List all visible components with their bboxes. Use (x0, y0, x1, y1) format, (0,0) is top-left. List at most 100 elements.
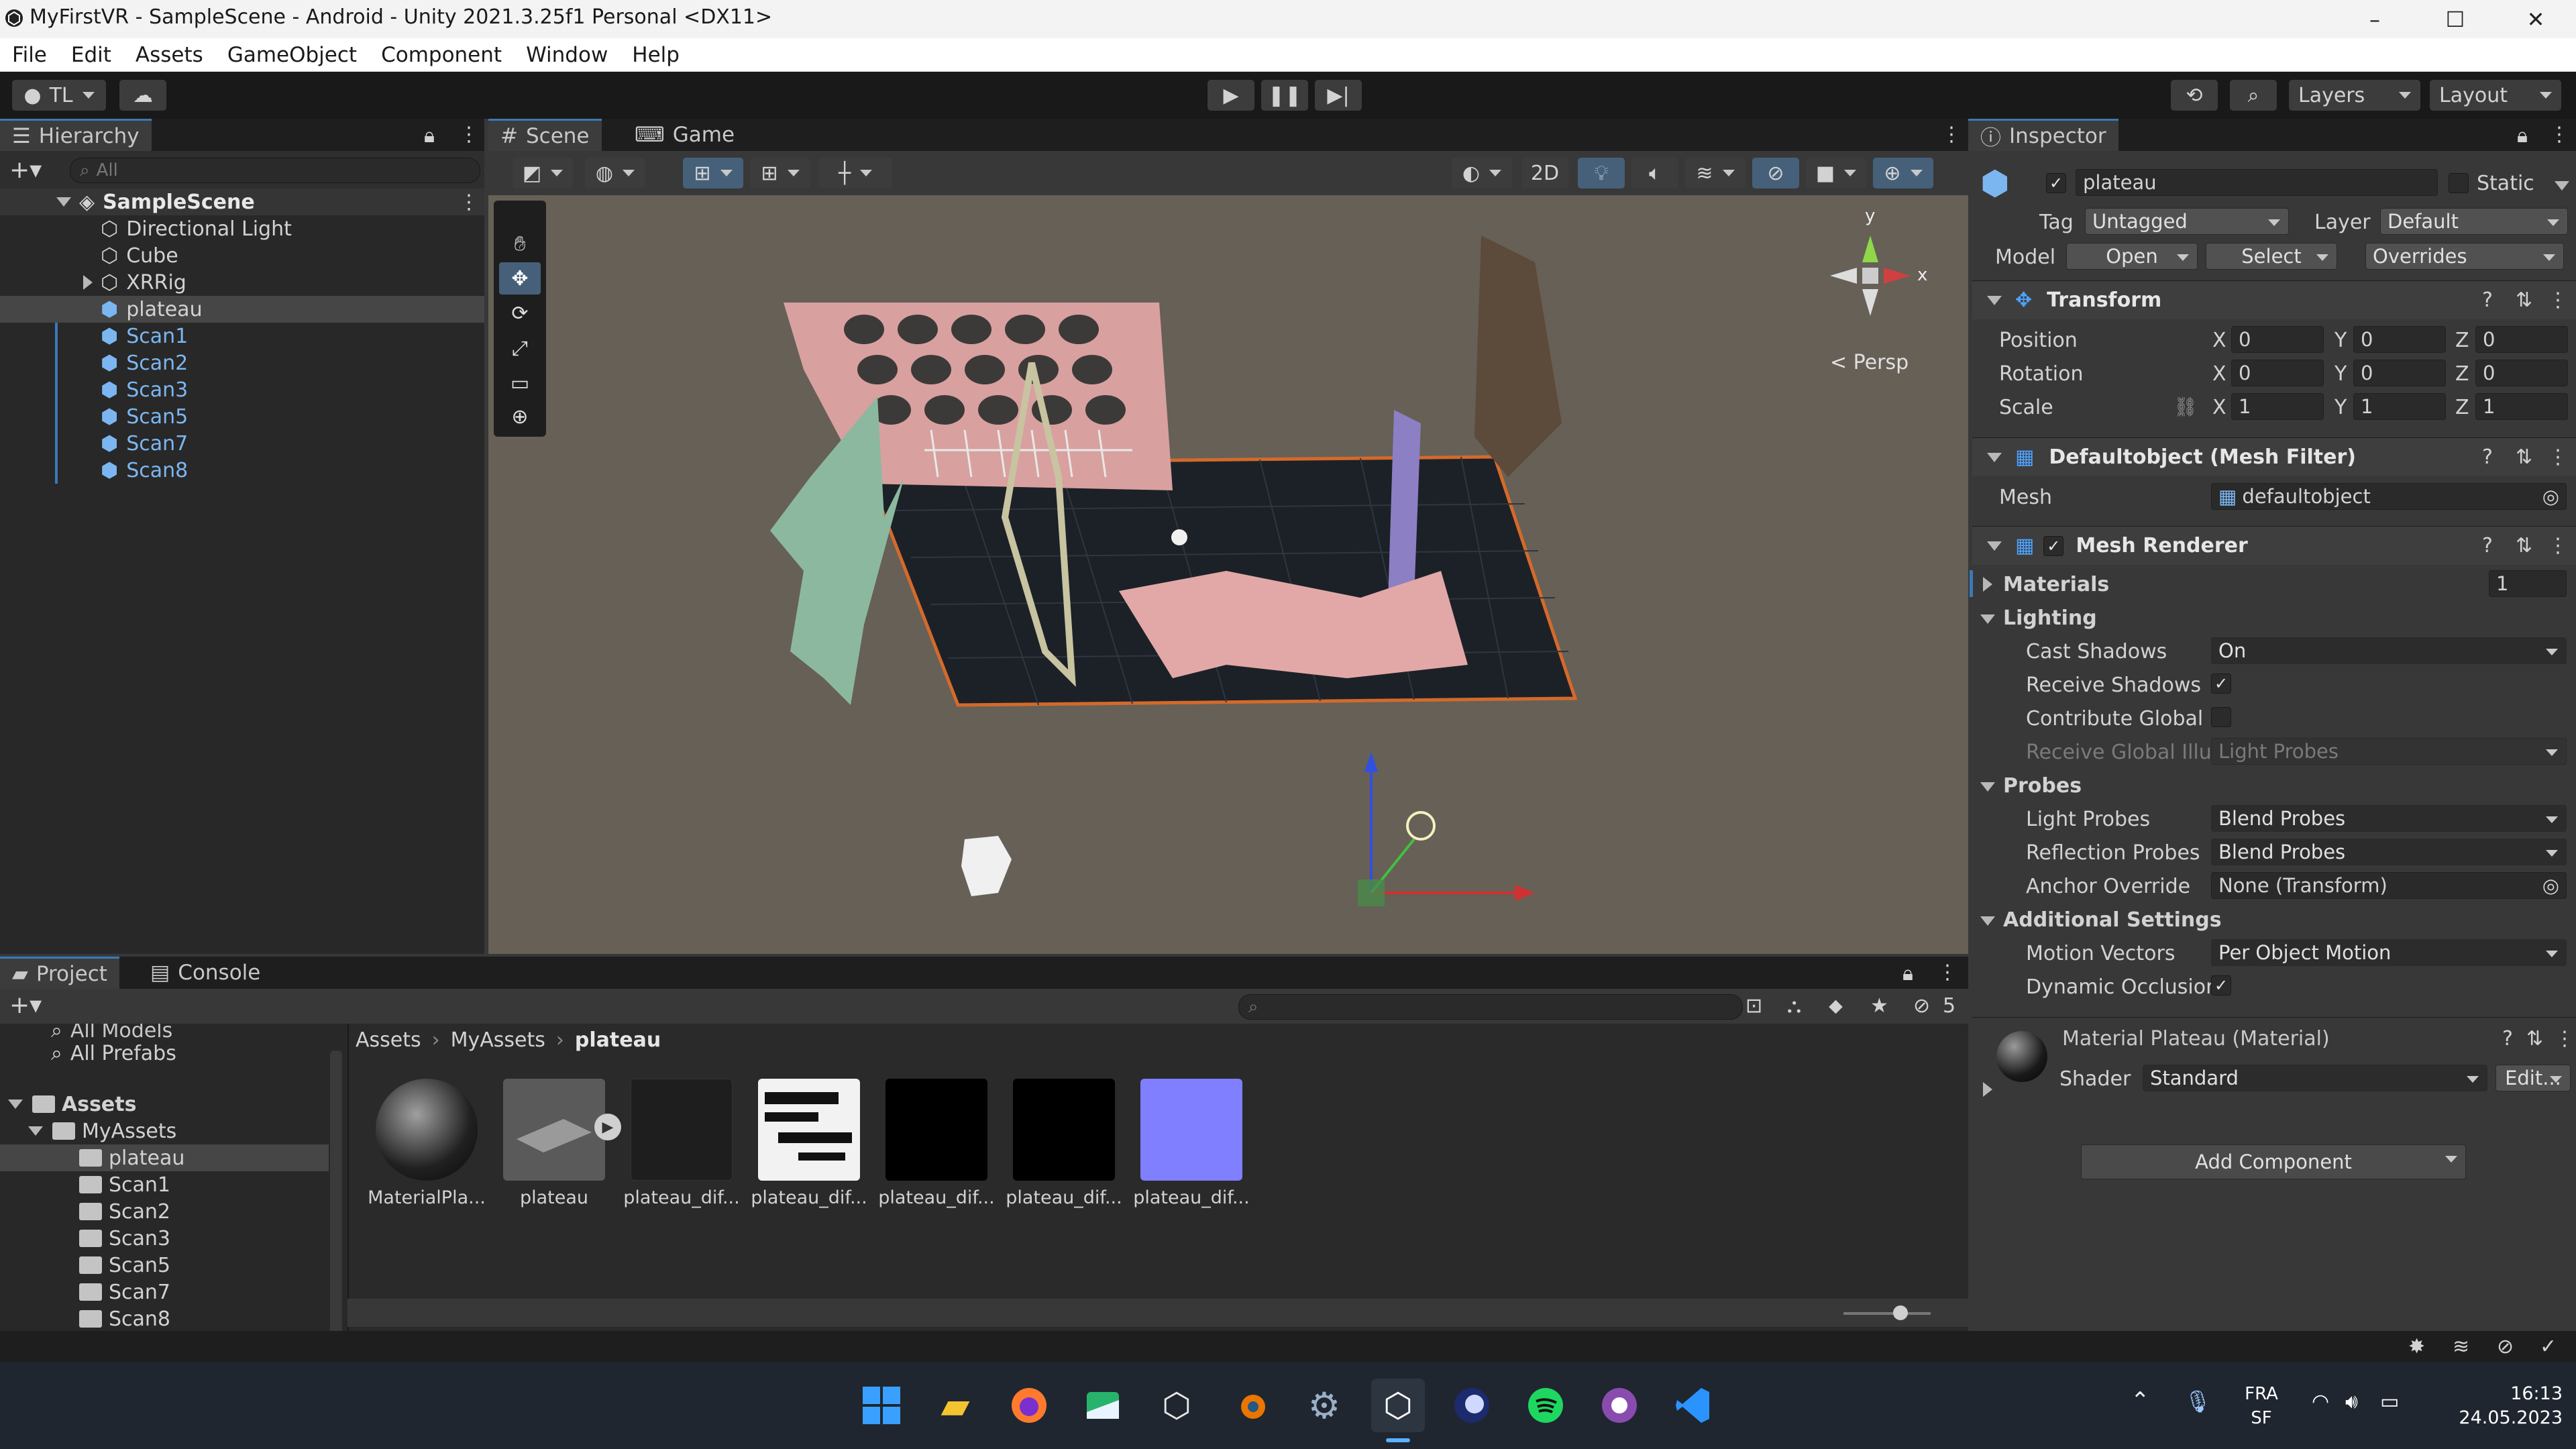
scale-x-field[interactable]: 1 (2231, 393, 2324, 420)
folder-scan7[interactable]: Scan7 (0, 1279, 170, 1305)
breadcrumb-assets[interactable]: Assets (356, 1028, 421, 1052)
cast-shadows-dropdown[interactable]: On (2211, 637, 2567, 664)
help-icon[interactable]: ? (2502, 1027, 2513, 1051)
scene-viewport[interactable]: ✋︎ ✥ ⟳ ⤢ ▭ ⊕ y x < Persp (488, 195, 1968, 954)
static-checkbox[interactable] (2449, 173, 2469, 193)
github-desktop-app[interactable] (1593, 1379, 1646, 1432)
global-local-dropdown[interactable]: ◍ (585, 158, 645, 189)
hierarchy-item-directional-light[interactable]: ⬡ Directional Light (0, 215, 292, 242)
asset-texture-thumbnail[interactable] (1013, 1079, 1115, 1181)
overrides-dropdown[interactable]: Overrides (2365, 243, 2564, 270)
lock-icon[interactable]: 🔒︎ (2517, 124, 2528, 148)
position-y-label[interactable]: Y (2334, 329, 2347, 352)
menu-window[interactable]: Window (526, 43, 608, 67)
layer-dropdown[interactable]: Default (2380, 208, 2568, 235)
materials-label[interactable]: Materials (2003, 573, 2109, 596)
hierarchy-item-scan7[interactable]: ⬢ Scan7 (0, 430, 188, 457)
help-icon[interactable]: ? (2482, 288, 2493, 312)
hierarchy-item-cube[interactable]: ⬡ Cube (0, 242, 178, 269)
collapse-arrow-icon[interactable] (1980, 782, 1995, 792)
checkmark-circle-icon[interactable]: ✓ (2540, 1335, 2557, 1358)
grid-snap-dropdown[interactable]: ⊞ (683, 158, 743, 189)
asset-texture-thumbnail[interactable] (758, 1079, 860, 1181)
search-by-type-icon[interactable]: ⊡ (1746, 994, 1762, 1018)
tab-project[interactable]: ▰ Project (0, 957, 119, 989)
close-window-button[interactable]: ✕ (2496, 0, 2576, 38)
asset-normal-map-thumbnail[interactable] (1140, 1079, 1242, 1181)
myassets-folder[interactable]: MyAssets (0, 1118, 176, 1144)
file-explorer-app[interactable]: ▰ (928, 1379, 982, 1432)
shading-mode-dropdown[interactable]: ◐ (1452, 158, 1512, 189)
hierarchy-item-scan3[interactable]: ⬢ Scan3 (0, 376, 188, 403)
minimize-button[interactable]: – (2334, 0, 2415, 38)
grid-visibility-dropdown[interactable]: ⊞ (750, 158, 810, 189)
object-picker-icon[interactable]: ◎ (2542, 874, 2559, 897)
project-search-input[interactable]: ⌕ (1238, 994, 1743, 1020)
folder-tree-scrollbar[interactable] (330, 1051, 342, 1346)
anchor-override-field[interactable]: None (Transform) ◎ (2211, 872, 2567, 899)
add-icon[interactable]: +▾ (9, 156, 42, 184)
wifi-icon[interactable]: ◠ (2312, 1390, 2329, 1413)
hand-tool-button[interactable]: ✋︎ (499, 227, 541, 260)
effects-dropdown[interactable]: ≋ (1685, 158, 1746, 189)
orientation-gizmo[interactable]: y x (1803, 206, 1937, 343)
preset-icon[interactable]: ⇅ (2516, 288, 2532, 312)
move-tool-button[interactable]: ✥ (499, 262, 541, 294)
breadcrumb-plateau[interactable]: plateau (575, 1028, 661, 1052)
hierarchy-item-xrrig[interactable]: ⬡ XRRig (0, 269, 186, 296)
kebab-menu-icon[interactable]: ⋮ (2548, 288, 2568, 312)
motion-vectors-dropdown[interactable]: Per Object Motion (2211, 939, 2567, 966)
scale-x-label[interactable]: X (2212, 396, 2226, 419)
menu-help[interactable]: Help (632, 43, 680, 67)
expand-arrow-icon[interactable] (56, 197, 71, 207)
kebab-menu-icon[interactable]: ⋮ (1937, 961, 1957, 984)
shader-dropdown[interactable]: Standard (2143, 1065, 2487, 1091)
active-checkbox[interactable]: ✓ (2046, 173, 2066, 193)
object-picker-icon[interactable]: ◎ (2542, 485, 2559, 508)
hierarchy-search-input[interactable]: ⌕ All (70, 158, 480, 183)
mesh-renderer-enabled-checkbox[interactable]: ✓ (2043, 535, 2064, 556)
position-y-field[interactable]: 0 (2353, 326, 2446, 353)
reflection-probes-dropdown[interactable]: Blend Probes (2211, 839, 2567, 865)
menu-gameobject[interactable]: GameObject (227, 43, 357, 67)
asset-texture-thumbnail[interactable] (885, 1079, 987, 1181)
search-by-label-icon[interactable]: ⛬ (1787, 994, 1801, 1018)
menu-file[interactable]: File (12, 43, 47, 67)
position-z-field[interactable]: 0 (2475, 326, 2568, 353)
materials-count-field[interactable]: 1 (2489, 570, 2567, 597)
lock-icon[interactable]: 🔒︎ (424, 124, 435, 148)
spotify-app[interactable] (1519, 1379, 1572, 1432)
lock-icon[interactable]: 🔒︎ (1902, 962, 1913, 985)
add-icon[interactable]: +▾ (9, 991, 42, 1019)
collapse-arrow-icon[interactable] (8, 1099, 23, 1109)
play-button[interactable]: ▶ (1208, 80, 1254, 111)
folder-scan3[interactable]: Scan3 (0, 1225, 170, 1252)
scale-y-field[interactable]: 1 (2353, 393, 2446, 420)
scale-tool-button[interactable]: ⤢ (499, 332, 541, 364)
scene-root-row[interactable]: ◈ SampleScene ⋮ (0, 189, 484, 215)
gizmos-dropdown[interactable]: ⊕ (1873, 158, 1933, 189)
collapse-arrow-icon[interactable] (1987, 541, 2002, 551)
asset-texture-thumbnail[interactable] (631, 1079, 733, 1181)
kebab-menu-icon[interactable]: ⋮ (2548, 534, 2568, 557)
scale-z-field[interactable]: 1 (2475, 393, 2568, 420)
expand-asset-button[interactable]: ▶ (594, 1114, 621, 1140)
shader-edit-button[interactable]: Edit... (2496, 1065, 2571, 1091)
expand-arrow-icon[interactable] (1983, 1082, 1992, 1097)
light-probes-dropdown[interactable]: Blend Probes (2211, 805, 2567, 832)
folder-scan5[interactable]: Scan5 (0, 1252, 170, 1279)
vscode-app[interactable] (1666, 1379, 1720, 1432)
tab-scene[interactable]: # Scene (488, 119, 602, 151)
hierarchy-item-scan8[interactable]: ⬢ Scan8 (0, 457, 188, 484)
audio-toggle-button[interactable]: 🔈︎ (1631, 158, 1678, 189)
cinema4d-app[interactable] (1445, 1379, 1499, 1432)
account-dropdown[interactable]: ● TL (12, 80, 106, 111)
menu-edit[interactable]: Edit (71, 43, 111, 67)
folder-scan2[interactable]: Scan2 (0, 1198, 170, 1225)
tab-game[interactable]: ⌨ Game (623, 119, 747, 151)
camera-dropdown[interactable]: ■ (1806, 158, 1866, 189)
unity-hub-app[interactable]: ⬡ (1150, 1379, 1203, 1432)
menu-assets[interactable]: Assets (136, 43, 203, 67)
layers-dropdown[interactable]: Layers (2289, 80, 2420, 111)
help-icon[interactable]: ? (2482, 445, 2493, 469)
